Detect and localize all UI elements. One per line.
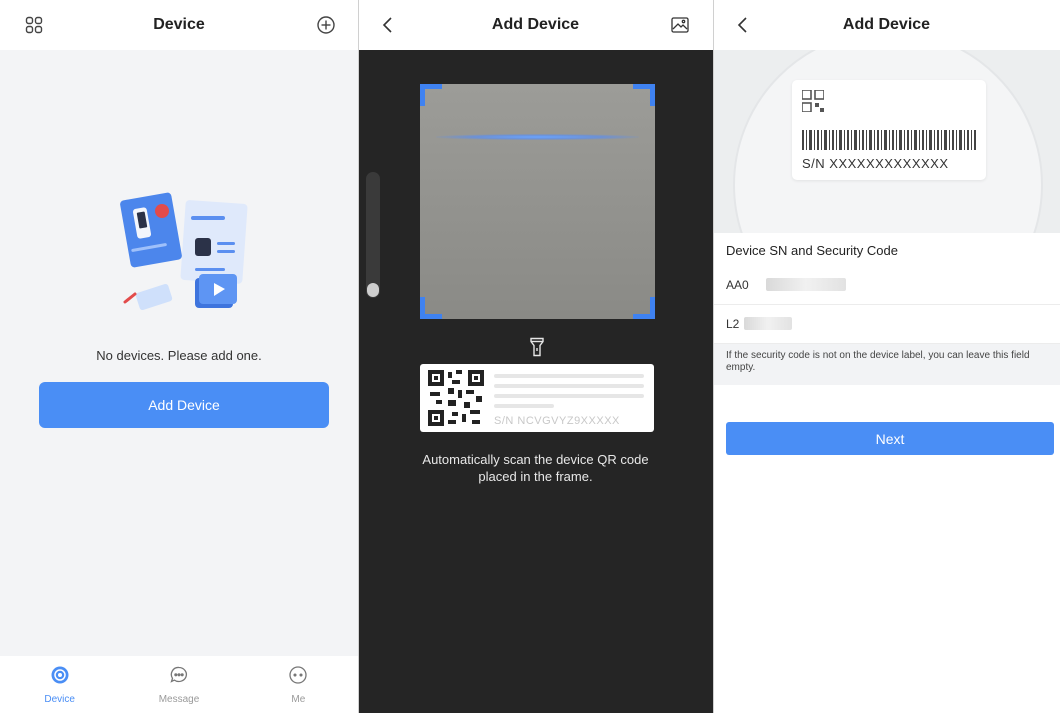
empty-state-illustration — [105, 190, 265, 330]
qr-code-icon — [428, 370, 484, 426]
panel-divider — [713, 0, 714, 713]
gallery-icon[interactable] — [668, 13, 692, 37]
tab-me-label: Me — [291, 693, 306, 705]
tab-message-label: Message — [158, 693, 200, 705]
qr-serial-number: S/N NCVGVYZ9XXXXX — [494, 415, 620, 427]
back-icon[interactable] — [731, 13, 755, 37]
frame-corner — [420, 297, 442, 319]
enter-sn-screen: Add Device S/N XXXXXXXXXXXXX Device SN a… — [713, 0, 1060, 713]
tab-device-label: Device — [44, 693, 75, 705]
me-icon — [288, 665, 308, 690]
device-label-illustration: S/N XXXXXXXXXXXXX — [713, 50, 1060, 233]
tab-message[interactable]: Message — [119, 656, 238, 713]
zoom-slider-handle[interactable] — [367, 283, 379, 297]
next-button[interactable]: Next — [726, 422, 1054, 455]
scan-header: Add Device — [358, 0, 713, 50]
bottom-tab-bar: Device Message Me — [0, 656, 358, 713]
device-label: S/N XXXXXXXXXXXXX — [792, 80, 986, 180]
page-title: Add Device — [842, 16, 931, 33]
barcode-icon — [802, 130, 976, 150]
scan-screen: Add Device S/N NCVGVYZ9XXXXX Automatical… — [358, 0, 713, 713]
label-text-line — [494, 374, 644, 378]
qr-label-example: S/N NCVGVYZ9XXXXX — [420, 364, 654, 432]
message-icon — [169, 665, 189, 690]
flashlight-icon[interactable] — [529, 337, 545, 357]
page-title: Device — [153, 16, 205, 33]
empty-state-text: No devices. Please add one. — [96, 348, 262, 363]
section-title: Device SN and Security Code — [726, 243, 898, 258]
page-title: Add Device — [491, 16, 580, 33]
sn-input[interactable] — [726, 277, 766, 292]
add-device-button[interactable]: Add Device — [39, 382, 329, 428]
device-header: Device — [0, 0, 358, 50]
label-serial-number: S/N XXXXXXXXXXXXX — [802, 156, 949, 171]
scan-line — [436, 134, 639, 140]
zoom-slider-track[interactable] — [366, 172, 380, 298]
back-icon[interactable] — [376, 13, 400, 37]
tab-me[interactable]: Me — [239, 656, 358, 713]
frame-corner — [633, 297, 655, 319]
add-circle-icon[interactable] — [314, 13, 338, 37]
enter-sn-header: Add Device — [713, 0, 1060, 50]
redacted-text — [744, 317, 792, 330]
label-text-line — [494, 384, 644, 388]
frame-corner — [420, 84, 442, 106]
redacted-text — [766, 278, 846, 291]
device-screen: Device No devices. Please add one. Add D… — [0, 0, 358, 713]
tab-device[interactable]: Device — [0, 656, 119, 713]
label-text-line — [494, 404, 554, 408]
security-code-input[interactable] — [726, 316, 744, 331]
security-code-field-row[interactable] — [713, 304, 1060, 344]
security-code-hint: If the security code is not on the devic… — [713, 344, 1060, 385]
panel-divider — [358, 0, 359, 713]
scan-viewfinder — [420, 84, 655, 319]
sn-field-row[interactable] — [713, 265, 1060, 305]
frame-corner — [633, 84, 655, 106]
label-text-line — [494, 394, 644, 398]
scan-hint-text: Automatically scan the device QR code pl… — [422, 452, 649, 484]
grid-menu-icon[interactable] — [22, 13, 46, 37]
qr-code-icon — [802, 90, 824, 112]
device-icon — [50, 665, 70, 690]
